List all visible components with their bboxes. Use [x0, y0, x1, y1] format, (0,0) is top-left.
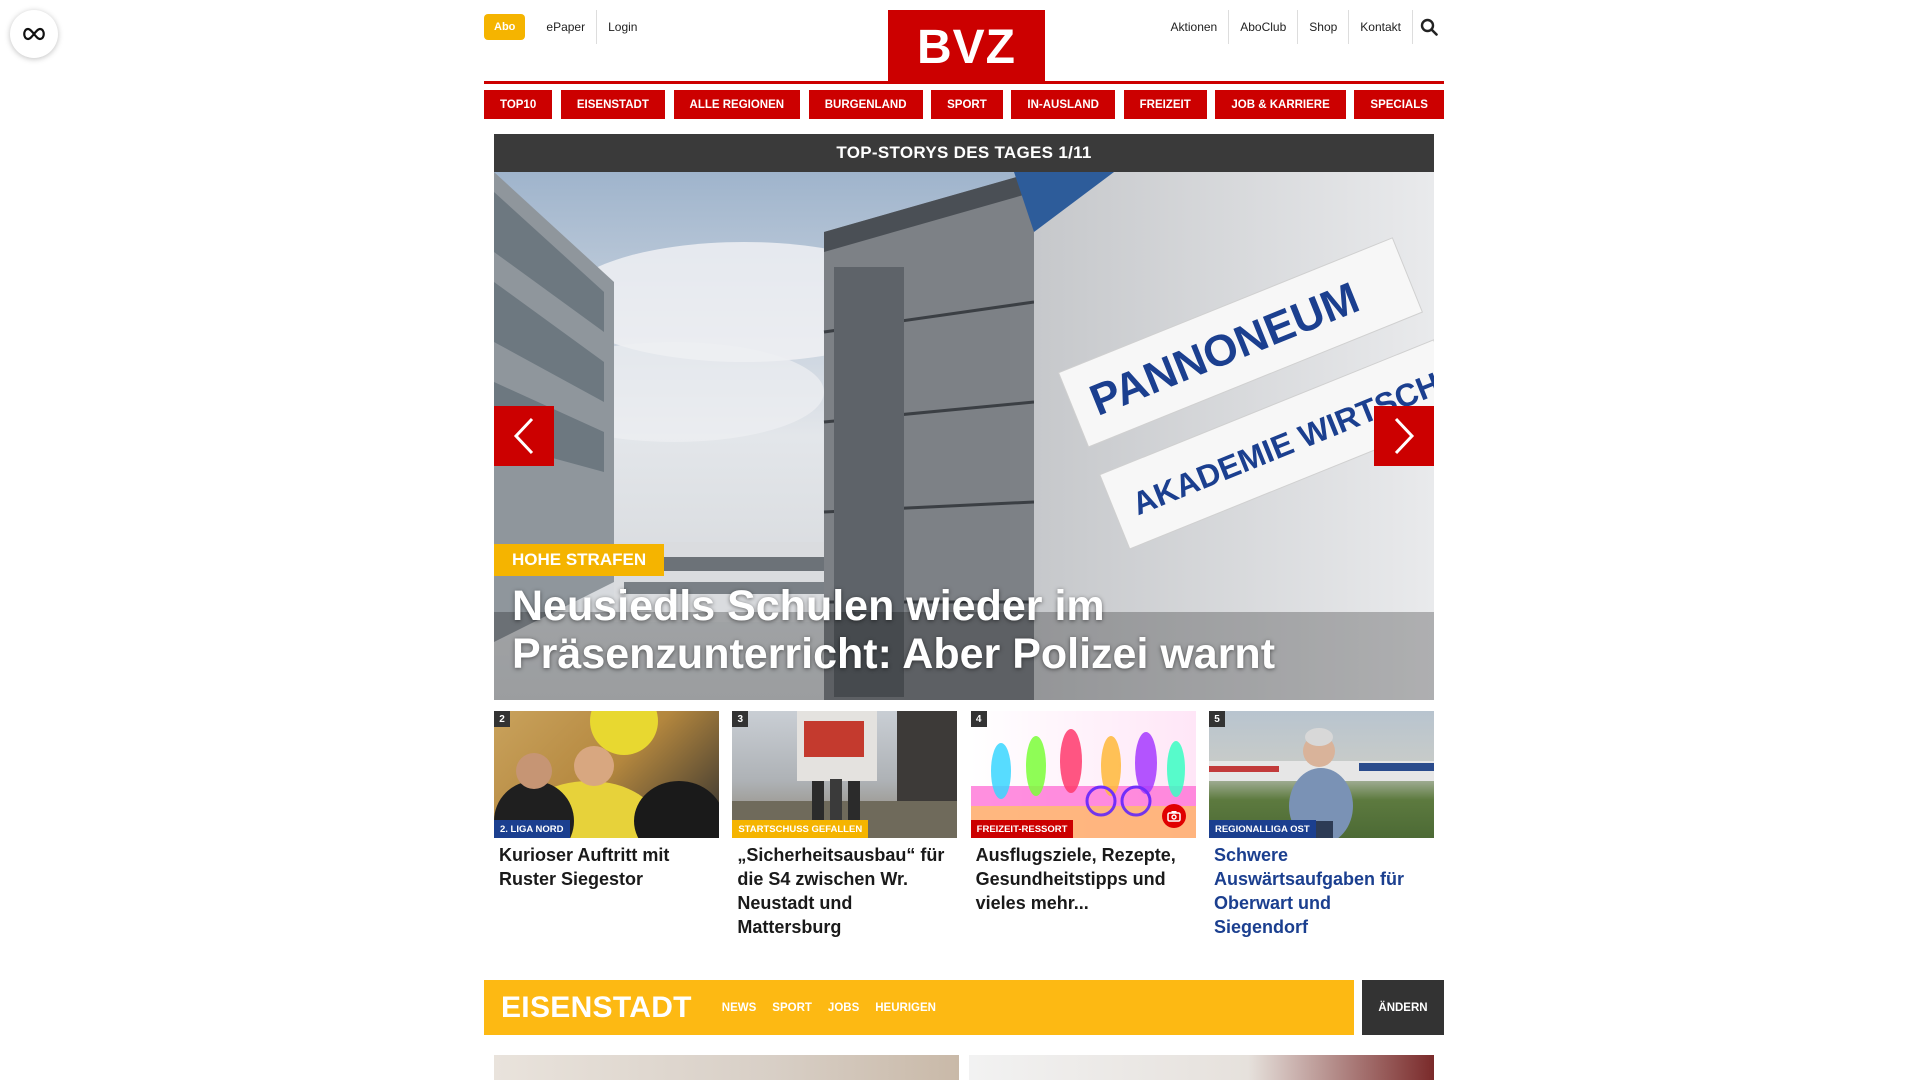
region-link-heurigen[interactable]: HEURIGEN: [875, 1002, 936, 1014]
nav-item-burgenland[interactable]: BURGENLAND: [808, 90, 923, 119]
teaser-title[interactable]: Ausflugsziele, Rezepte, Gesundheitstipps…: [971, 838, 1196, 915]
teaser-title[interactable]: Kurioser Auftritt mit Ruster Siegestor: [494, 838, 719, 891]
shop-link[interactable]: Shop: [1297, 10, 1348, 44]
search-button[interactable]: [1412, 10, 1444, 44]
hero-story[interactable]: PANNONEUM AKADEMIE WIRTSCHAFT HOHE STRAF…: [494, 172, 1434, 700]
region-link-sport[interactable]: SPORT: [772, 1002, 812, 1014]
nav-item-freizeit[interactable]: FREIZEIT: [1123, 90, 1207, 119]
teaser-image[interactable]: 3 STARTSCHUSS GEFALLEN: [732, 711, 958, 838]
region-link-news[interactable]: NEWS: [722, 1002, 757, 1014]
hero-kicker: HOHE STRAFEN: [494, 544, 665, 576]
teaser-card[interactable]: 4 FREIZEIT-RESSORT Ausflugsziele, Rezept…: [970, 711, 1196, 939]
teaser-number: 4: [970, 711, 987, 727]
region-link-jobs[interactable]: JOBS: [828, 1002, 859, 1014]
teaser-cards: 2 2. LIGA NORD Kurioser Auftritt mit Rus…: [494, 711, 1434, 939]
teaser-card[interactable]: 3 STARTSCHUSS GEFALLEN „Sicherheitsausba…: [732, 711, 958, 939]
teaser-kicker: STARTSCHUSS GEFALLEN: [732, 820, 869, 838]
page-wrapper: Abo ePaper Login BVZ Aktionen AboClub Sh…: [484, 0, 1444, 1080]
header-left-links: Abo ePaper Login: [484, 10, 648, 44]
hero-headline[interactable]: Neusiedls Schulen wieder im Präsenzunter…: [512, 582, 1392, 678]
nav-item-eisenstadt[interactable]: EISENSTADT: [560, 90, 665, 119]
teaser-kicker: REGIONALLIGA OST: [1208, 820, 1316, 838]
infinity-icon: [23, 27, 45, 41]
teaser-card[interactable]: 5 REGIONALLIGA OST Schwere Auswärtsaufga…: [1208, 711, 1434, 939]
change-region-button[interactable]: ÄNDERN: [1362, 980, 1444, 1035]
region-article-image[interactable]: [494, 1055, 959, 1080]
chevron-right-icon: [1394, 417, 1415, 455]
hero-prev-button[interactable]: [494, 406, 554, 466]
accessibility-button[interactable]: [10, 10, 58, 58]
teaser-photo: [732, 711, 958, 838]
abo-button[interactable]: Abo: [484, 14, 526, 40]
region-bar: EISENSTADT NEWS SPORT JOBS HEURIGEN ÄNDE…: [484, 980, 1444, 1035]
teaser-photo: [1208, 728, 1434, 838]
teaser-image[interactable]: 2 2. LIGA NORD: [494, 711, 719, 838]
main-nav: TOP10 EISENSTADT ALLE REGIONEN BURGENLAN…: [484, 90, 1444, 119]
top-stories-title: TOP-STORYS DES TAGES 1/11: [494, 134, 1434, 172]
teaser-number: 5: [1208, 711, 1225, 727]
nav-item-sport[interactable]: SPORT: [931, 90, 1003, 119]
region-header: EISENSTADT NEWS SPORT JOBS HEURIGEN: [484, 980, 1354, 1035]
teaser-photo: [494, 711, 719, 838]
aktionen-link[interactable]: Aktionen: [1160, 10, 1229, 44]
region-title[interactable]: EISENSTADT: [501, 991, 692, 1025]
teaser-kicker: 2. LIGA NORD: [494, 820, 570, 838]
chevron-left-icon: [513, 417, 534, 455]
teaser-number: 3: [732, 711, 749, 727]
teaser-number: 2: [494, 711, 510, 727]
region-article-image[interactable]: [969, 1055, 1434, 1080]
bvz-logo[interactable]: BVZ: [888, 10, 1045, 84]
nav-item-job-karriere[interactable]: JOB & KARRIERE: [1215, 90, 1346, 119]
search-icon: [1420, 18, 1438, 36]
nav-item-top10[interactable]: TOP10: [484, 90, 553, 119]
hero-next-button[interactable]: [1374, 406, 1434, 466]
site-header: Abo ePaper Login BVZ Aktionen AboClub Sh…: [484, 0, 1444, 84]
epaper-link[interactable]: ePaper: [535, 10, 596, 44]
header-right-links: Aktionen AboClub Shop Kontakt: [1160, 10, 1444, 44]
teaser-image[interactable]: 5 REGIONALLIGA OST: [1208, 711, 1434, 838]
teaser-title[interactable]: „Sicherheitsausbau“ für die S4 zwischen …: [732, 838, 957, 939]
nav-item-specials[interactable]: SPECIALS: [1354, 90, 1444, 119]
teaser-kicker: FREIZEIT-RESSORT: [970, 820, 1074, 838]
aboclub-link[interactable]: AboClub: [1228, 10, 1297, 44]
teaser-card[interactable]: 2 2. LIGA NORD Kurioser Auftritt mit Rus…: [494, 711, 719, 939]
camera-icon: [1161, 804, 1186, 828]
teaser-image[interactable]: 4 FREIZEIT-RESSORT: [970, 711, 1196, 838]
teaser-title[interactable]: Schwere Auswärtsaufgaben für Oberwart un…: [1209, 838, 1434, 939]
nav-item-alle-regionen[interactable]: ALLE REGIONEN: [673, 90, 801, 119]
login-link[interactable]: Login: [596, 10, 648, 44]
nav-item-in-ausland[interactable]: IN-AUSLAND: [1011, 90, 1115, 119]
kontakt-link[interactable]: Kontakt: [1348, 10, 1412, 44]
